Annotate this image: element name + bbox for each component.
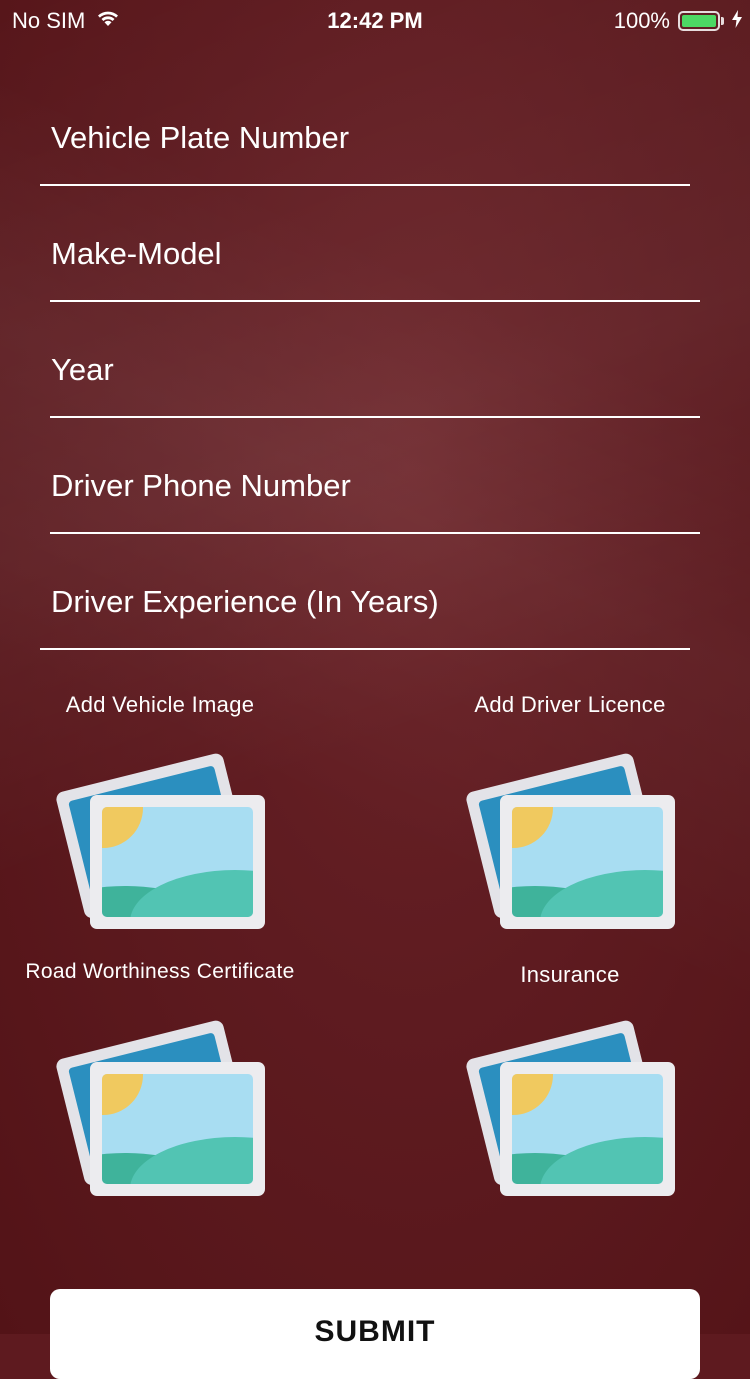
add-driver-licence-button[interactable] [465, 750, 675, 930]
make-model-field[interactable]: Make-Model [50, 186, 700, 302]
vehicle-plate-number-placeholder: Vehicle Plate Number [51, 120, 350, 155]
year-field[interactable]: Year [50, 302, 700, 418]
add-vehicle-image-button[interactable] [55, 750, 265, 930]
status-bar: No SIM 12:42 PM 100% [0, 0, 750, 40]
battery-frame [678, 11, 720, 31]
driver-experience-field[interactable]: Driver Experience (In Years) [40, 534, 690, 650]
image-placeholder-icon [465, 750, 675, 930]
road-worthiness-certificate-label: Road Worthiness Certificate [25, 960, 295, 983]
image-placeholder-icon [465, 1017, 675, 1197]
image-placeholder-icon [55, 1017, 265, 1197]
make-model-placeholder: Make-Model [51, 236, 222, 271]
driver-phone-number-placeholder: Driver Phone Number [51, 468, 351, 503]
driver-experience-placeholder: Driver Experience (In Years) [51, 584, 439, 619]
image-placeholder-icon [55, 750, 265, 930]
battery-percent: 100% [613, 8, 670, 33]
add-vehicle-image-label: Add Vehicle Image [65, 692, 255, 717]
submit-button[interactable]: SUBMIT [50, 1289, 700, 1379]
driver-phone-number-field[interactable]: Driver Phone Number [50, 418, 700, 534]
submit-label: SUBMIT [314, 1315, 436, 1348]
year-placeholder: Year [51, 352, 114, 387]
battery-tip [721, 17, 724, 25]
insurance-button[interactable] [465, 1017, 675, 1197]
road-worthiness-certificate-button[interactable] [55, 1017, 265, 1197]
battery-level [682, 15, 716, 27]
insurance-label: Insurance [520, 962, 620, 987]
bolt-icon [732, 8, 742, 34]
status-right: 100% [614, 8, 742, 34]
vehicle-plate-number-field[interactable]: Vehicle Plate Number [40, 70, 690, 186]
battery-icon [678, 11, 724, 31]
add-driver-licence-label: Add Driver Licence [474, 692, 666, 717]
